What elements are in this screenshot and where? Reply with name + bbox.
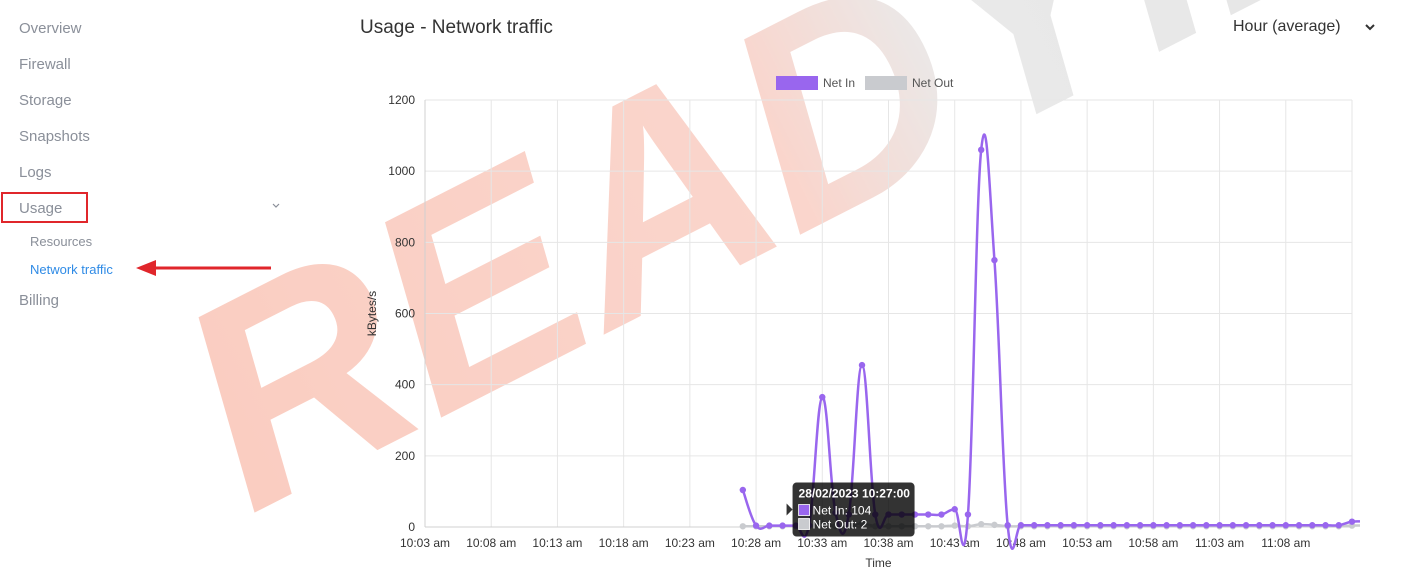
tooltip-line: Net In: 104 <box>813 504 872 518</box>
data-point <box>739 523 747 530</box>
x-tick-label: 10:58 am <box>1128 536 1178 550</box>
data-point <box>819 393 826 401</box>
data-point <box>1229 522 1237 529</box>
data-point <box>978 520 985 528</box>
chevron-down-icon <box>1365 24 1375 31</box>
legend-label: Net In <box>823 76 855 90</box>
data-point <box>1282 522 1289 529</box>
data-point <box>925 511 932 518</box>
tooltip-line: Net Out: 2 <box>813 518 868 532</box>
annotation-arrow-icon <box>136 260 271 276</box>
y-tick-label: 800 <box>395 235 415 249</box>
y-tick-label: 1000 <box>388 164 415 178</box>
page-title: Usage - Network traffic <box>360 17 553 38</box>
x-axis-title: Time <box>865 556 892 569</box>
y-tick-label: 1200 <box>388 93 415 107</box>
time-range-value: Hour (average) <box>1233 18 1341 35</box>
data-point <box>1256 522 1263 529</box>
x-tick-label: 10:03 am <box>400 536 450 550</box>
data-point <box>1242 522 1250 529</box>
data-point <box>1322 522 1329 529</box>
data-point <box>978 146 985 154</box>
chevron-down-icon[interactable] <box>270 200 282 212</box>
sidebar-item-snapshots[interactable]: Snapshots <box>19 128 90 145</box>
data-point <box>991 256 998 264</box>
sidebar-item-logs[interactable]: Logs <box>19 164 52 181</box>
data-point <box>1176 522 1184 529</box>
x-tick-label: 10:28 am <box>731 536 781 550</box>
data-point <box>752 522 760 529</box>
time-range-select[interactable]: Hour (average) <box>1224 14 1384 42</box>
y-tick-label: 400 <box>395 378 415 392</box>
data-point <box>1136 522 1144 529</box>
x-tick-label: 10:53 am <box>1062 536 1112 550</box>
data-point <box>858 361 866 369</box>
sidebar-item-billing[interactable]: Billing <box>19 292 59 309</box>
x-tick-label: 10:43 am <box>930 536 980 550</box>
x-tick-label: 10:18 am <box>599 536 649 550</box>
y-axis-title: kBytes/s <box>365 291 379 336</box>
data-point <box>1083 522 1091 529</box>
sidebar-item-storage[interactable]: Storage <box>19 92 72 109</box>
data-point <box>938 511 945 518</box>
usage-highlight-box <box>1 192 88 223</box>
x-tick-label: 10:48 am <box>996 536 1046 550</box>
data-point <box>1097 522 1104 529</box>
network-traffic-chart: 0 200 400 600 800 1000 1200 10:03 am 10:08 am 10:… <box>365 76 1360 569</box>
data-point <box>1017 522 1025 529</box>
data-point <box>1150 522 1157 529</box>
data-point <box>1269 522 1276 529</box>
tooltip-swatch <box>798 518 810 530</box>
x-tick-label: 10:33 am <box>797 536 847 550</box>
x-tick-label: 11:03 am <box>1195 536 1244 550</box>
data-point <box>925 523 932 530</box>
data-point <box>1216 522 1223 529</box>
data-point <box>1309 522 1316 529</box>
x-tick-label: 11:08 am <box>1261 536 1310 550</box>
data-point <box>739 486 747 494</box>
data-point <box>1070 522 1078 529</box>
data-point <box>1044 522 1051 529</box>
data-point <box>991 521 998 529</box>
data-point <box>1348 518 1356 525</box>
data-point <box>951 506 958 513</box>
sidebar-item-overview[interactable]: Overview <box>19 20 82 37</box>
x-tick-label: 10:38 am <box>863 536 913 550</box>
legend-swatch <box>776 76 818 90</box>
sidebar-subitem-resources[interactable]: Resources <box>30 234 92 249</box>
data-point <box>779 522 786 529</box>
legend-swatch <box>865 76 907 90</box>
data-point <box>964 511 972 518</box>
data-point <box>1163 522 1170 529</box>
tooltip-swatch <box>798 504 810 516</box>
tooltip-title: 28/02/2023 10:27:00 <box>799 487 911 501</box>
data-point <box>1004 522 1011 529</box>
y-tick-label: 600 <box>395 307 415 321</box>
data-point <box>938 523 945 530</box>
sidebar-subitem-network-traffic[interactable]: Network traffic <box>30 262 113 277</box>
data-point <box>1030 522 1038 529</box>
data-point <box>1295 522 1303 529</box>
data-point <box>1335 522 1342 529</box>
legend-label: Net Out <box>912 76 954 90</box>
data-point <box>1203 522 1210 529</box>
x-tick-label: 10:08 am <box>466 536 516 550</box>
sidebar: Overview Firewall Storage Snapshots Logs… <box>0 0 300 569</box>
data-point <box>1189 522 1197 529</box>
data-point <box>1110 522 1117 529</box>
data-point <box>1057 522 1064 529</box>
y-tick-label: 0 <box>408 520 415 534</box>
data-point <box>951 522 958 529</box>
tooltip-caret <box>786 503 793 516</box>
data-point <box>1123 522 1131 529</box>
x-tick-label: 10:23 am <box>665 536 715 550</box>
y-tick-label: 200 <box>395 449 415 463</box>
sidebar-item-firewall[interactable]: Firewall <box>19 56 71 73</box>
data-point <box>766 522 773 529</box>
x-tick-label: 10:13 am <box>532 536 582 550</box>
